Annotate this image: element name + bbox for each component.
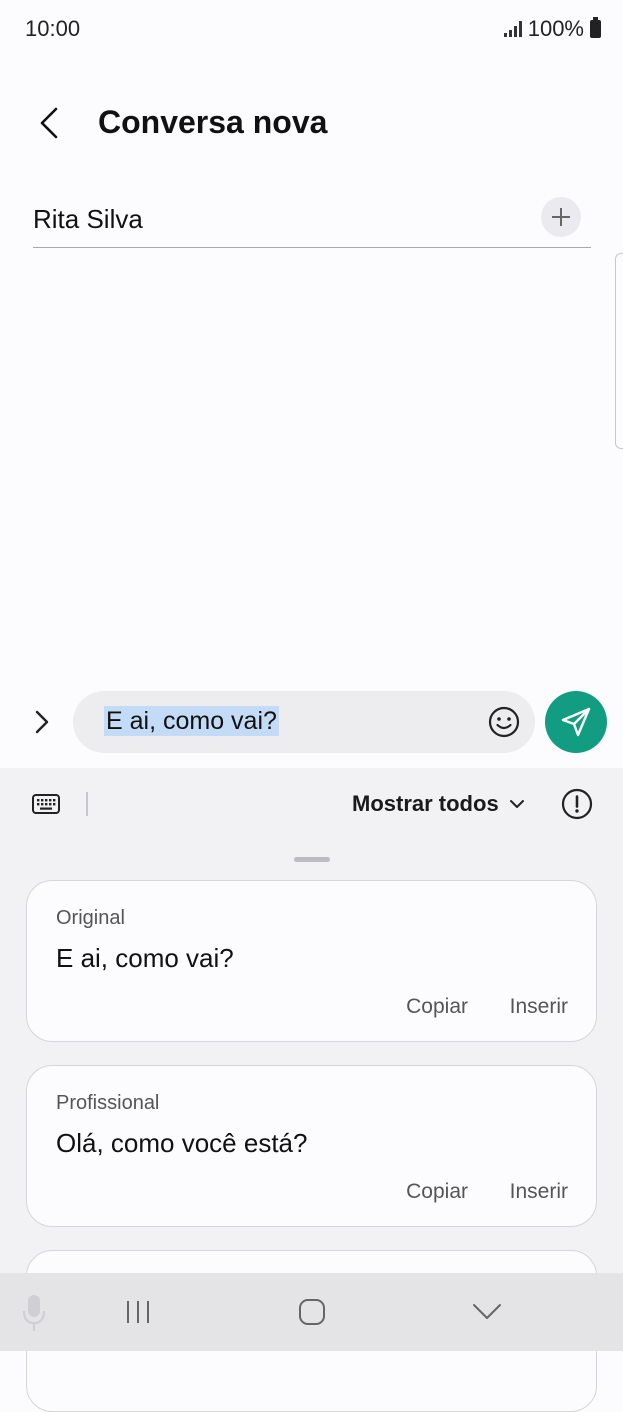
suggestion-card-professional: Profissional Olá, como você está? Copiar… <box>26 1065 597 1227</box>
card-text: E ai, como vai? <box>56 943 234 973</box>
show-all-dropdown[interactable]: Mostrar todos <box>352 791 525 817</box>
writing-suggestions-panel: Mostrar todos Original E ai, como vai? C… <box>0 768 623 1412</box>
recent-apps-icon[interactable] <box>124 1299 152 1325</box>
status-bar: 10:00 100% <box>0 0 623 58</box>
battery-icon <box>590 17 601 38</box>
add-recipient-button[interactable] <box>541 197 581 237</box>
card-label: Original <box>56 907 125 929</box>
panel-drag-handle[interactable] <box>294 857 330 862</box>
microphone-icon[interactable] <box>20 1293 48 1333</box>
copy-button[interactable]: Copiar <box>406 1180 468 1204</box>
copy-button[interactable]: Copiar <box>406 995 468 1019</box>
system-nav-bar <box>0 1273 623 1351</box>
card-text: Olá, como você está? <box>56 1128 308 1158</box>
show-all-label: Mostrar todos <box>352 791 499 816</box>
suggestion-card-original: Original E ai, como vai? Copiar Inserir <box>26 880 597 1042</box>
home-icon[interactable] <box>298 1298 326 1326</box>
signal-icon <box>503 21 522 37</box>
page-title: Conversa nova <box>98 104 328 140</box>
plus-icon <box>552 208 570 226</box>
edge-panel-handle[interactable] <box>615 253 623 449</box>
toolbar-divider <box>86 792 88 816</box>
send-icon <box>561 707 591 737</box>
message-text-selected[interactable]: E ai, como vai? <box>104 706 279 736</box>
recipient-field[interactable]: Rita Silva <box>33 190 591 248</box>
battery-percent: 100% <box>527 16 584 41</box>
panel-toolbar: Mostrar todos <box>0 768 623 840</box>
insert-button[interactable]: Inserir <box>510 1180 568 1204</box>
status-icons: 100% <box>503 16 601 42</box>
app-header: Conversa nova <box>0 88 623 158</box>
keyboard-icon[interactable] <box>31 791 61 817</box>
card-label: Profissional <box>56 1092 160 1114</box>
recipient-name[interactable]: Rita Silva <box>33 204 143 235</box>
alert-info-icon[interactable] <box>561 788 593 820</box>
emoji-icon[interactable] <box>487 705 521 739</box>
hide-keyboard-chevron-icon[interactable] <box>472 1303 502 1321</box>
chevron-right-icon[interactable] <box>32 708 52 736</box>
message-composer: E ai, como vai? <box>0 690 623 754</box>
send-button[interactable] <box>545 691 607 753</box>
status-time: 10:00 <box>25 16 81 41</box>
chevron-down-icon <box>509 800 524 808</box>
back-arrow-icon[interactable] <box>36 106 64 140</box>
insert-button[interactable]: Inserir <box>510 995 568 1019</box>
message-input[interactable]: E ai, como vai? <box>73 691 535 753</box>
